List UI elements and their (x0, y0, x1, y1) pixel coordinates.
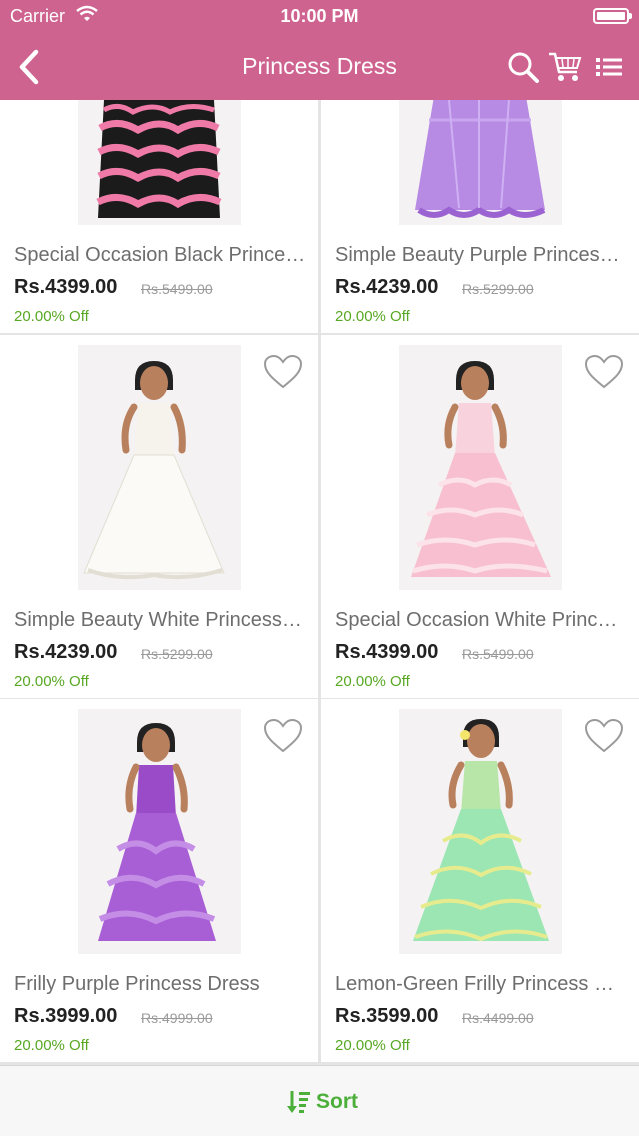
product-price: Rs.3599.00 (335, 1005, 439, 1027)
page-title: Princess Dress (242, 53, 397, 79)
product-image[interactable] (78, 709, 241, 954)
product-original-price: Rs.5299.00 (462, 281, 534, 297)
product-original-price: Rs.4499.00 (462, 1010, 534, 1026)
product-price: Rs.4239.00 (335, 276, 439, 298)
product-discount: 20.00% Off (335, 673, 410, 690)
product-card[interactable]: Simple Beauty Purple Princess Dress Rs.4… (321, 100, 639, 333)
status-bar: Carrier 10:00 PM (0, 0, 639, 34)
product-card[interactable]: Simple Beauty White Princess Dress Rs.42… (0, 335, 318, 698)
product-image[interactable] (78, 345, 241, 590)
list-menu-icon[interactable] (594, 54, 624, 80)
product-card[interactable]: Lemon-Green Frilly Princess Dress Rs.359… (321, 699, 639, 1062)
product-discount: 20.00% Off (14, 1037, 89, 1054)
product-image[interactable] (399, 345, 562, 590)
product-original-price: Rs.4999.00 (141, 1010, 213, 1026)
product-name[interactable]: Frilly Purple Princess Dress (14, 973, 306, 996)
clock: 10:00 PM (280, 6, 359, 26)
top-bar: Carrier 10:00 PM Princess Dress (0, 0, 639, 100)
navigation-bar: Princess Dress (0, 34, 639, 100)
sort-icon (287, 1091, 310, 1113)
product-name[interactable]: Special Occasion Black Princess Dress (14, 244, 306, 267)
product-original-price: Rs.5499.00 (462, 646, 534, 662)
wishlist-heart-icon[interactable] (262, 353, 304, 391)
product-name[interactable]: Lemon-Green Frilly Princess Dress (335, 973, 627, 996)
product-name[interactable]: Special Occasion White Princess Dress (335, 609, 627, 632)
product-discount: 20.00% Off (14, 673, 89, 690)
product-price: Rs.4399.00 (335, 641, 439, 663)
product-price: Rs.3999.00 (14, 1005, 118, 1027)
product-name[interactable]: Simple Beauty White Princess Dress (14, 609, 306, 632)
cart-icon[interactable] (547, 50, 583, 84)
product-price: Rs.4239.00 (14, 641, 118, 663)
product-discount: 20.00% Off (335, 308, 410, 325)
wishlist-heart-icon[interactable] (583, 717, 625, 755)
product-card[interactable]: Special Occasion Black Princess Dress Rs… (0, 100, 318, 333)
wishlist-heart-icon[interactable] (583, 353, 625, 391)
sort-label: Sort (316, 1090, 358, 1113)
battery-icon (593, 8, 632, 24)
product-price: Rs.4399.00 (14, 276, 118, 298)
sort-button[interactable]: Sort (286, 1088, 358, 1116)
product-image[interactable] (399, 709, 562, 954)
bottom-bar: Sort (0, 1065, 639, 1136)
product-image[interactable] (399, 100, 562, 225)
product-discount: 20.00% Off (335, 1037, 410, 1054)
product-original-price: Rs.5499.00 (141, 281, 213, 297)
product-original-price: Rs.5299.00 (141, 646, 213, 662)
search-icon[interactable] (506, 50, 540, 84)
product-image[interactable] (78, 100, 241, 225)
product-discount: 20.00% Off (14, 308, 89, 325)
product-card[interactable]: Special Occasion White Princess Dress Rs… (321, 335, 639, 698)
product-card[interactable]: Frilly Purple Princess Dress Rs.3999.00 … (0, 699, 318, 1062)
product-name[interactable]: Simple Beauty Purple Princess Dress (335, 244, 627, 267)
product-grid: Special Occasion Black Princess Dress Rs… (0, 100, 639, 1065)
wishlist-heart-icon[interactable] (262, 717, 304, 755)
